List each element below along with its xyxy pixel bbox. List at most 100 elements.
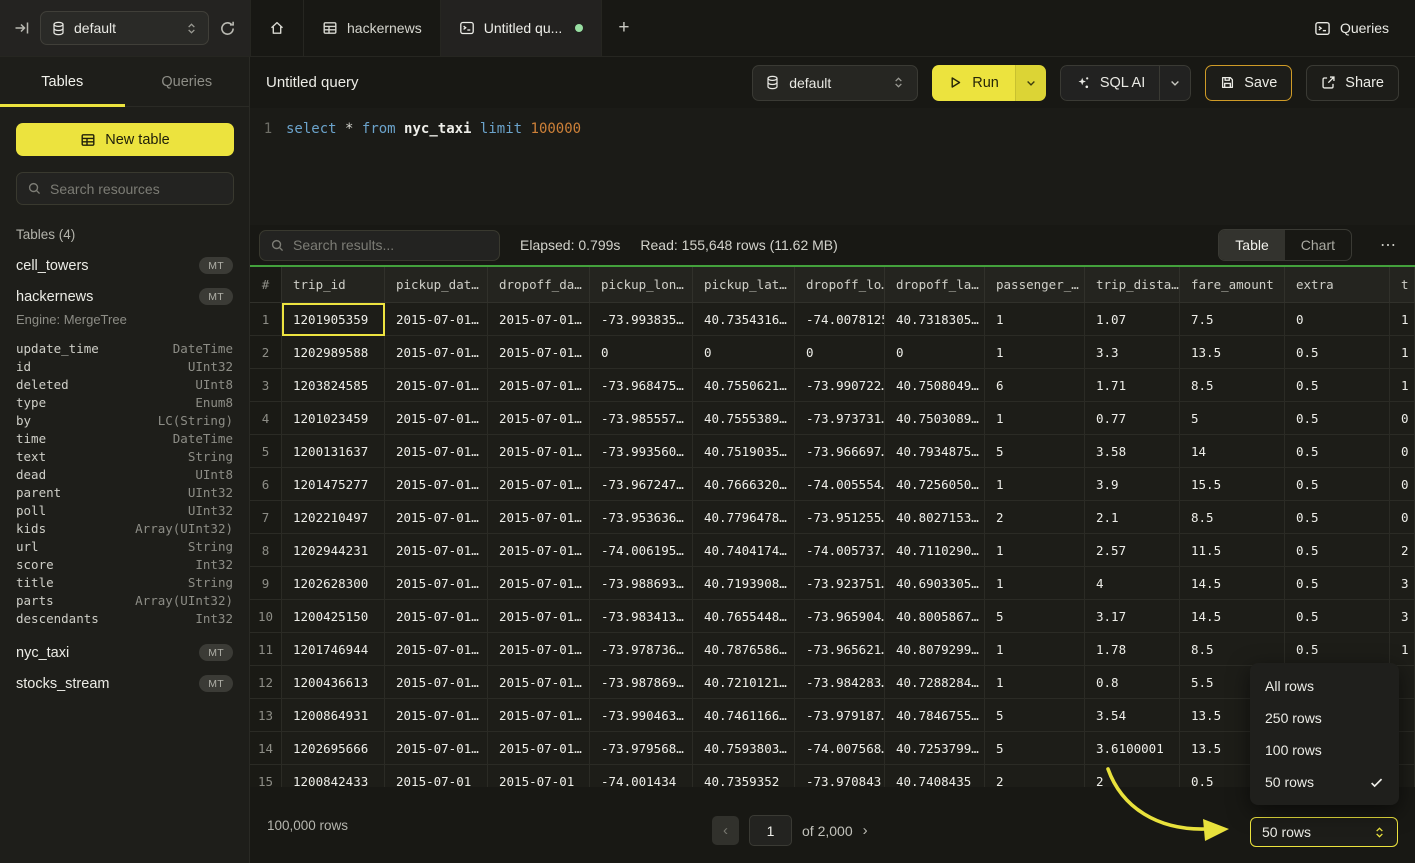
table-cell[interactable]: 2015-07-01… bbox=[385, 402, 488, 435]
table-cell[interactable]: 0 bbox=[590, 336, 693, 369]
row-number-cell[interactable]: 4 bbox=[250, 402, 282, 435]
sidebar-table-stocks_stream[interactable]: stocks_streamMT bbox=[0, 668, 249, 699]
tab-hackernews[interactable]: hackernews bbox=[304, 0, 441, 56]
table-cell[interactable]: 7.5 bbox=[1180, 303, 1285, 336]
table-cell[interactable]: 5 bbox=[985, 435, 1085, 468]
table-cell[interactable]: 0.5 bbox=[1285, 468, 1390, 501]
table-cell[interactable]: 0.5 bbox=[1285, 501, 1390, 534]
column-row[interactable]: deadUInt8 bbox=[0, 465, 249, 483]
tab-home[interactable] bbox=[250, 0, 304, 56]
table-cell[interactable]: 2015-07-01… bbox=[385, 732, 488, 765]
column-header-pickup_lat…[interactable]: pickup_lat… bbox=[693, 267, 795, 303]
table-cell[interactable]: 3.9 bbox=[1085, 468, 1180, 501]
table-cell[interactable]: 40.7461166… bbox=[693, 699, 795, 732]
row-number-cell[interactable]: 8 bbox=[250, 534, 282, 567]
table-cell[interactable]: 1201746944 bbox=[282, 633, 385, 666]
table-cell[interactable]: 1200436613 bbox=[282, 666, 385, 699]
column-row[interactable]: byLC(String) bbox=[0, 411, 249, 429]
run-button[interactable]: Run bbox=[932, 65, 1015, 101]
table-cell[interactable]: 1 bbox=[985, 336, 1085, 369]
table-cell[interactable]: 8.5 bbox=[1180, 501, 1285, 534]
table-cell[interactable]: 3.17 bbox=[1085, 600, 1180, 633]
table-cell[interactable]: -73.965904… bbox=[795, 600, 885, 633]
row-number-cell[interactable]: 6 bbox=[250, 468, 282, 501]
table-cell[interactable]: -73.966697… bbox=[795, 435, 885, 468]
table-cell[interactable]: 0 bbox=[1390, 501, 1415, 534]
sidebar-table-cell_towers[interactable]: cell_towersMT bbox=[0, 250, 249, 281]
page-number-input[interactable] bbox=[749, 815, 792, 846]
column-row[interactable]: textString bbox=[0, 447, 249, 465]
table-cell[interactable]: 1.07 bbox=[1085, 303, 1180, 336]
column-header-dropoff_la…[interactable]: dropoff_la… bbox=[885, 267, 985, 303]
table-cell[interactable]: 40.7550621… bbox=[693, 369, 795, 402]
column-header-pickup_dat…[interactable]: pickup_dat… bbox=[385, 267, 488, 303]
new-tab-button[interactable]: + bbox=[602, 0, 645, 56]
table-cell[interactable]: -74.005554… bbox=[795, 468, 885, 501]
table-cell[interactable]: -73.993560… bbox=[590, 435, 693, 468]
table-cell[interactable]: 1200842433 bbox=[282, 765, 385, 787]
table-cell[interactable]: 40.7288284… bbox=[885, 666, 985, 699]
table-cell[interactable]: 2 bbox=[985, 765, 1085, 787]
table-cell[interactable]: -73.984283… bbox=[795, 666, 885, 699]
table-cell[interactable]: 2015-07-01 bbox=[385, 765, 488, 787]
collapse-sidebar-button[interactable] bbox=[14, 20, 30, 36]
table-cell[interactable]: 40.7193908… bbox=[693, 567, 795, 600]
table-cell[interactable]: 0.5 bbox=[1285, 369, 1390, 402]
table-cell[interactable]: 1 bbox=[985, 633, 1085, 666]
table-cell[interactable]: 1 bbox=[985, 666, 1085, 699]
table-cell[interactable]: 1202695666 bbox=[282, 732, 385, 765]
table-cell[interactable]: 40.7519035… bbox=[693, 435, 795, 468]
table-cell[interactable]: 2015-07-01… bbox=[488, 699, 590, 732]
table-cell[interactable]: 40.7503089… bbox=[885, 402, 985, 435]
table-cell[interactable]: 40.8027153… bbox=[885, 501, 985, 534]
column-row[interactable]: titleString bbox=[0, 573, 249, 591]
table-cell[interactable]: 1 bbox=[985, 534, 1085, 567]
table-cell[interactable]: 1200131637 bbox=[282, 435, 385, 468]
table-cell[interactable]: 3.3 bbox=[1085, 336, 1180, 369]
table-cell[interactable]: 1202210497 bbox=[282, 501, 385, 534]
row-number-cell[interactable]: 15 bbox=[250, 765, 282, 787]
column-row[interactable]: parentUInt32 bbox=[0, 483, 249, 501]
view-toggle-table[interactable]: Table bbox=[1219, 230, 1284, 260]
table-cell[interactable]: 5 bbox=[985, 600, 1085, 633]
column-header-extra[interactable]: extra bbox=[1285, 267, 1390, 303]
column-header-fare_amount[interactable]: fare_amount bbox=[1180, 267, 1285, 303]
row-number-cell[interactable]: 9 bbox=[250, 567, 282, 600]
table-cell[interactable]: 0.5 bbox=[1285, 336, 1390, 369]
table-cell[interactable]: 1202989588 bbox=[282, 336, 385, 369]
new-table-button[interactable]: New table bbox=[16, 123, 234, 156]
table-cell[interactable]: -73.968475… bbox=[590, 369, 693, 402]
table-cell[interactable]: -73.970843 bbox=[795, 765, 885, 787]
table-cell[interactable]: 1201475277 bbox=[282, 468, 385, 501]
table-cell[interactable]: 40.7593803… bbox=[693, 732, 795, 765]
table-cell[interactable]: 2015-07-01… bbox=[488, 666, 590, 699]
table-cell[interactable]: 2015-07-01… bbox=[385, 699, 488, 732]
row-number-cell[interactable]: 14 bbox=[250, 732, 282, 765]
table-cell[interactable]: 40.7876586… bbox=[693, 633, 795, 666]
table-cell[interactable]: 2015-07-01… bbox=[488, 633, 590, 666]
table-cell[interactable]: -73.978736… bbox=[590, 633, 693, 666]
table-cell[interactable]: 40.7256050… bbox=[885, 468, 985, 501]
table-cell[interactable]: 8.5 bbox=[1180, 369, 1285, 402]
table-cell[interactable]: 40.7508049… bbox=[885, 369, 985, 402]
table-cell[interactable]: 1 bbox=[985, 402, 1085, 435]
table-cell[interactable]: 0 bbox=[1390, 402, 1415, 435]
table-cell[interactable]: -73.987869… bbox=[590, 666, 693, 699]
table-cell[interactable]: 40.7359352 bbox=[693, 765, 795, 787]
table-cell[interactable]: 40.7253799… bbox=[885, 732, 985, 765]
queries-topbar-button[interactable]: Queries bbox=[1288, 0, 1415, 56]
table-cell[interactable]: 2015-07-01… bbox=[385, 633, 488, 666]
column-row[interactable]: urlString bbox=[0, 537, 249, 555]
sidebar-table-hackernews[interactable]: hackernewsMT bbox=[0, 281, 249, 312]
database-select-toolbar[interactable]: default bbox=[752, 65, 918, 101]
table-cell[interactable]: 40.7408435 bbox=[885, 765, 985, 787]
table-cell[interactable]: -73.965621… bbox=[795, 633, 885, 666]
column-header-dropoff_lo…[interactable]: dropoff_lo… bbox=[795, 267, 885, 303]
table-cell[interactable]: -73.979187… bbox=[795, 699, 885, 732]
table-cell[interactable]: 1203824585 bbox=[282, 369, 385, 402]
table-cell[interactable]: 0.5 bbox=[1285, 600, 1390, 633]
row-number-cell[interactable]: 13 bbox=[250, 699, 282, 732]
table-cell[interactable]: 1 bbox=[985, 303, 1085, 336]
table-cell[interactable]: 0 bbox=[1390, 435, 1415, 468]
table-cell[interactable]: 3.58 bbox=[1085, 435, 1180, 468]
